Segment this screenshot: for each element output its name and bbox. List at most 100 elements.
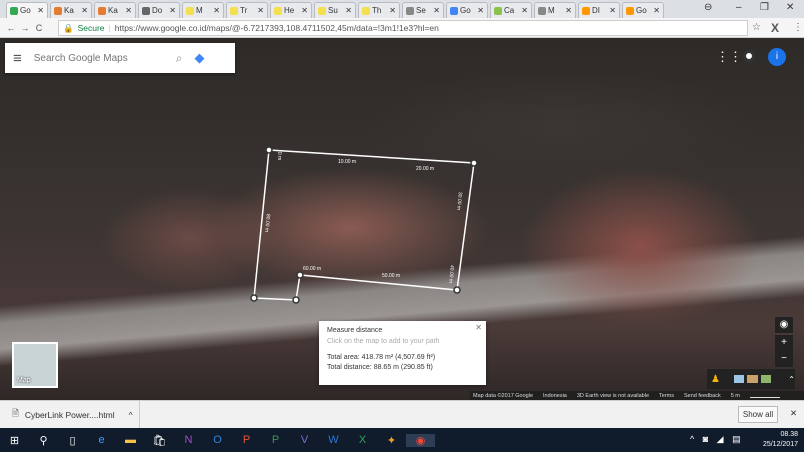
reload-icon[interactable]: C <box>32 23 46 33</box>
chevron-up-icon[interactable]: ^ <box>129 410 133 420</box>
word-icon[interactable]: W <box>319 434 348 446</box>
taskbar: ⊞ ⚲ ▯ e ▬ 🛍 N O P P V W X ✦ ◉ ^ ◙ ◢ ▤ 08… <box>0 428 804 452</box>
visio-icon[interactable]: V <box>290 434 319 446</box>
store-icon[interactable]: 🛍 <box>145 434 174 447</box>
close-tab-icon[interactable]: ✕ <box>125 6 132 15</box>
expand-icon[interactable]: ⌃ <box>788 375 795 384</box>
segment-label: 60.00 m <box>303 266 322 272</box>
close-icon[interactable]: ✕ <box>475 323 482 332</box>
close-icon[interactable]: ✕ <box>790 408 797 419</box>
browser-tab[interactable]: Th ✕ <box>358 2 400 18</box>
measure-point[interactable] <box>250 294 258 302</box>
outlook-icon[interactable]: O <box>203 434 232 446</box>
browser-tab[interactable]: Do ✕ <box>138 2 180 18</box>
browser-tab[interactable]: Su ✕ <box>314 2 356 18</box>
task-view-icon[interactable]: ▯ <box>58 434 87 447</box>
measure-point[interactable] <box>292 296 300 304</box>
excel-icon[interactable]: X <box>348 434 377 446</box>
file-explorer-icon[interactable]: ▬ <box>116 434 145 446</box>
clock-date: 25/12/2017 <box>762 441 798 448</box>
directions-icon[interactable]: ◆ <box>195 50 205 66</box>
layer-thumb[interactable] <box>760 375 772 383</box>
pegman-icon[interactable]: ♟ <box>711 374 720 385</box>
close-tab-icon[interactable]: ✕ <box>521 6 528 15</box>
browser-tab[interactable]: He ✕ <box>270 2 312 18</box>
search-icon[interactable]: ⌕ <box>176 51 183 66</box>
bookmark-star-icon[interactable]: ☆ <box>752 22 761 33</box>
search-icon[interactable]: ⚲ <box>29 434 58 447</box>
measure-point[interactable] <box>296 271 304 279</box>
project-icon[interactable]: P <box>261 434 290 446</box>
back-icon[interactable]: ← <box>4 23 18 33</box>
close-tab-icon[interactable]: ✕ <box>37 6 44 15</box>
measure-distance-card: Measure distance Click on the map to add… <box>319 321 486 385</box>
close-tab-icon[interactable]: ✕ <box>653 6 660 15</box>
close-tab-icon[interactable]: ✕ <box>169 6 176 15</box>
close-tab-icon[interactable]: ✕ <box>389 6 396 15</box>
extension-icon[interactable]: X <box>771 21 779 35</box>
favicon-icon <box>186 6 194 15</box>
close-tab-icon[interactable]: ✕ <box>609 6 616 15</box>
minimize-button[interactable]: – <box>736 2 742 13</box>
browser-tab[interactable]: Tr ✕ <box>226 2 268 18</box>
browser-tab[interactable]: Go ✕ <box>622 2 664 18</box>
favicon-icon <box>54 6 62 15</box>
onenote-icon[interactable]: N <box>174 434 203 446</box>
show-all-button[interactable]: Show all <box>738 406 778 423</box>
send-feedback-link[interactable]: Send feedback <box>684 393 721 399</box>
close-tab-icon[interactable]: ✕ <box>301 6 308 15</box>
address-bar[interactable]: 🔒 Secure | https://www.google.co.id/maps… <box>58 20 748 36</box>
download-item[interactable]: 🗎 CyberLink Power....html ^ <box>0 401 140 428</box>
edge-icon[interactable]: e <box>87 434 116 446</box>
close-tab-icon[interactable]: ✕ <box>345 6 352 15</box>
close-tab-icon[interactable]: ✕ <box>257 6 264 15</box>
close-window-button[interactable]: ✕ <box>786 2 794 13</box>
close-tab-icon[interactable]: ✕ <box>213 6 220 15</box>
tab-label: Ka <box>64 6 74 15</box>
chrome-icon[interactable]: ◉ <box>406 433 435 447</box>
zoom-out-button[interactable]: − <box>775 351 793 367</box>
profile-icon[interactable]: ⊖ <box>704 2 712 13</box>
scale-label[interactable]: 5 m <box>731 393 740 399</box>
clock[interactable]: 08.38 25/12/2017 <box>763 430 798 450</box>
measure-point[interactable] <box>470 159 478 167</box>
notifications-icon[interactable] <box>743 50 755 62</box>
windows-start-icon[interactable]: ⊞ <box>0 434 29 447</box>
menu-icon[interactable]: ⋮ <box>793 22 803 33</box>
browser-tab[interactable]: M ✕ <box>534 2 576 18</box>
hamburger-menu-icon[interactable]: ≡ <box>13 50 22 67</box>
map-footer: Map data ©2017 Google Indonesia 3D Earth… <box>470 391 804 400</box>
system-tray-icons[interactable]: ^ ◙ ◢ ▤ <box>690 434 744 445</box>
account-avatar[interactable]: i <box>768 48 786 66</box>
earth-view-notice: 3D Earth view is not available <box>576 392 650 399</box>
browser-tab[interactable]: Go ✕ <box>446 2 488 18</box>
search-input[interactable] <box>33 52 164 64</box>
tab-label: DI <box>592 6 600 15</box>
browser-tab[interactable]: Ka ✕ <box>50 2 92 18</box>
forward-icon[interactable]: → <box>18 23 32 33</box>
close-tab-icon[interactable]: ✕ <box>81 6 88 15</box>
browser-tab[interactable]: Ca ✕ <box>490 2 532 18</box>
measure-point[interactable] <box>265 146 273 154</box>
maximize-button[interactable]: ❐ <box>760 2 769 13</box>
zoom-in-button[interactable]: + <box>775 335 793 351</box>
close-tab-icon[interactable]: ✕ <box>477 6 484 15</box>
browser-tab[interactable]: DI ✕ <box>578 2 620 18</box>
map-view-toggle[interactable]: Map <box>12 342 58 388</box>
segment-label: 0 m <box>276 151 283 161</box>
close-tab-icon[interactable]: ✕ <box>565 6 572 15</box>
layer-thumb[interactable] <box>733 375 745 383</box>
close-tab-icon[interactable]: ✕ <box>433 6 440 15</box>
layer-thumb[interactable] <box>747 375 758 383</box>
browser-tab[interactable]: Ka ✕ <box>94 2 136 18</box>
browser-tab[interactable]: Se ✕ <box>402 2 444 18</box>
powerpoint-icon[interactable]: P <box>232 434 261 446</box>
app-icon[interactable]: ✦ <box>377 434 406 447</box>
my-location-button[interactable]: ◉ <box>775 317 793 333</box>
measure-point[interactable] <box>453 286 461 294</box>
browser-tab[interactable]: M ✕ <box>182 2 224 18</box>
satellite-map[interactable]: 0 m 10.00 m 20.00 m 30.00 m 40.00 m 50.0… <box>0 38 804 400</box>
terms-link[interactable]: Terms <box>659 393 674 399</box>
favicon-icon <box>98 6 106 15</box>
browser-tab[interactable]: Go ✕ <box>6 2 48 18</box>
